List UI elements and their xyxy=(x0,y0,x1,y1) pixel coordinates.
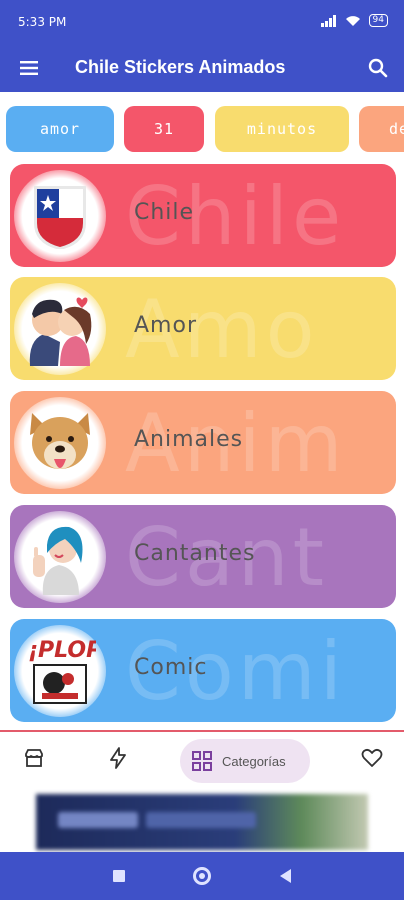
lightning-icon[interactable] xyxy=(106,746,130,770)
comic-plop-icon: ¡PLOP! xyxy=(28,638,96,704)
category-card-comic[interactable]: Comi ¡PLOP! Comic xyxy=(10,619,396,722)
category-card-amor[interactable]: Amo Amor xyxy=(10,277,396,380)
category-card-chile[interactable]: Chile Chile xyxy=(10,164,396,267)
signal-icon xyxy=(320,14,336,27)
menu-icon[interactable] xyxy=(18,56,42,80)
store-icon[interactable] xyxy=(22,746,46,770)
dog-icon xyxy=(30,413,90,469)
category-label: Animales xyxy=(134,427,244,452)
category-label: Cantantes xyxy=(134,541,256,566)
category-thumbnail xyxy=(14,397,106,489)
chip-amor[interactable]: amor xyxy=(6,106,114,152)
category-thumbnail xyxy=(14,511,106,603)
search-icon[interactable] xyxy=(366,56,390,80)
category-label: Amor xyxy=(134,313,197,338)
nav-active-label: Categorías xyxy=(222,753,286,769)
chip-label: 31 xyxy=(153,120,175,138)
app-title: Chile Stickers Animados xyxy=(75,57,286,77)
home-icon[interactable] xyxy=(193,867,211,885)
nav-categorias-button[interactable]: Categorías xyxy=(180,739,310,783)
bottom-navigation: Categorías xyxy=(0,730,404,790)
status-icons: 94 xyxy=(320,14,388,27)
chip-label: de xyxy=(389,120,404,138)
kissing-couple-icon xyxy=(29,297,92,366)
singer-icon xyxy=(33,526,83,595)
system-navigation-bar xyxy=(0,852,404,900)
ad-block xyxy=(58,812,138,828)
back-icon[interactable] xyxy=(280,869,291,883)
chip-31[interactable]: 31 xyxy=(124,106,204,152)
chip-minutos[interactable]: minutos xyxy=(215,106,349,152)
category-card-cantantes[interactable]: Cant Cantantes xyxy=(10,505,396,608)
category-label: Comic xyxy=(134,655,208,680)
category-card-animales[interactable]: Anim Animales xyxy=(10,391,396,494)
app-bar: Chile Stickers Animados xyxy=(0,46,404,92)
category-thumbnail xyxy=(14,170,106,262)
heart-icon[interactable] xyxy=(360,746,384,770)
ad-block xyxy=(146,812,256,828)
chip-de[interactable]: de xyxy=(359,106,404,152)
category-thumbnail: ¡PLOP! xyxy=(14,625,106,717)
category-label: Chile xyxy=(134,200,195,225)
status-time: 5:33 PM xyxy=(18,15,67,29)
chile-flag-icon xyxy=(34,186,86,249)
chip-label: minutos xyxy=(246,120,318,138)
status-bar: 5:33 PM 94 xyxy=(0,0,404,46)
ad-banner[interactable] xyxy=(36,794,368,850)
tag-chips: amor 31 minutos de xyxy=(0,106,404,156)
battery-icon: 94 xyxy=(368,14,388,27)
svg-text:¡PLOP!: ¡PLOP! xyxy=(28,638,96,663)
recent-apps-icon[interactable] xyxy=(113,870,125,882)
wifi-icon xyxy=(345,15,360,26)
chip-label: amor xyxy=(39,120,81,138)
grid-icon xyxy=(192,751,212,771)
category-thumbnail xyxy=(14,283,106,375)
